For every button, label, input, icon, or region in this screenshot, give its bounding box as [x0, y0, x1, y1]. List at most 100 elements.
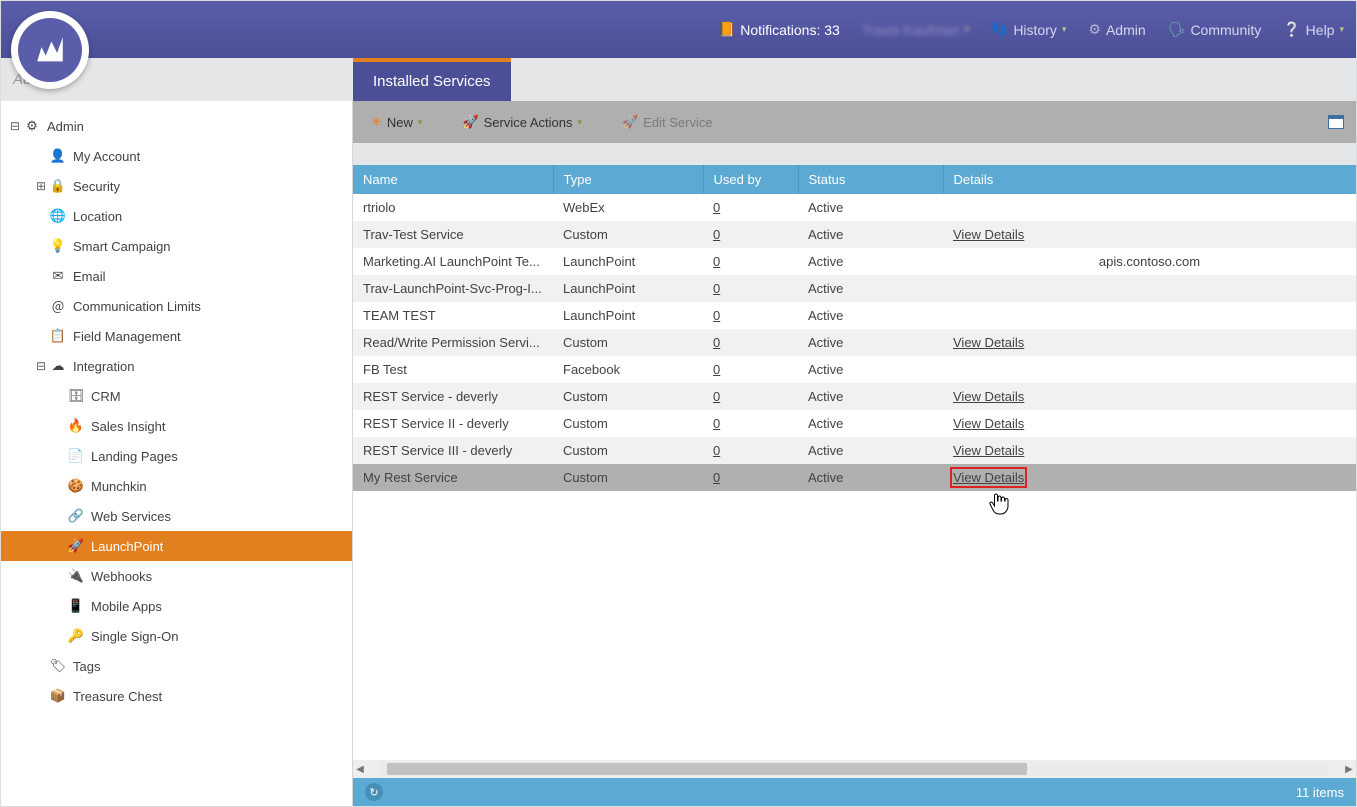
cell-used-by: 0	[703, 248, 798, 275]
col-header-used-by[interactable]: Used by	[703, 165, 798, 194]
community-menu[interactable]: 🗣 Community	[1168, 21, 1262, 38]
sidebar-item-mobile-apps[interactable]: 📱Mobile Apps	[1, 591, 352, 621]
user-icon: 👤	[49, 148, 67, 164]
sidebar-item-munchkin[interactable]: 🍪Munchkin	[1, 471, 352, 501]
scroll-left-icon[interactable]: ◀	[353, 764, 367, 775]
refresh-button[interactable]: ↻	[365, 783, 383, 801]
tree-spacer	[53, 480, 65, 492]
table-row[interactable]: FB TestFacebook0Active	[353, 356, 1356, 383]
table-row[interactable]: My Rest ServiceCustom0ActiveView Details	[353, 464, 1356, 491]
sidebar-item-sales-insight[interactable]: 🔥Sales Insight	[1, 411, 352, 441]
tree-spacer	[35, 300, 47, 312]
help-icon: ❔	[1283, 21, 1300, 38]
col-header-type[interactable]: Type	[553, 165, 703, 194]
cloud-icon: ☁	[49, 358, 67, 374]
view-details-link[interactable]: View Details	[953, 443, 1024, 458]
rocket-icon: 🚀	[67, 538, 85, 554]
sidebar-item-label: Mobile Apps	[91, 599, 162, 614]
book-icon: 📙	[718, 21, 735, 38]
view-details-link[interactable]: View Details	[953, 227, 1024, 242]
top-bar: 📙 Notifications: 33 Travis Kaufman ▾ 👣 H…	[1, 1, 1356, 58]
chevron-down-icon: ▾	[1339, 24, 1344, 35]
sidebar-item-treasure-chest[interactable]: 📦Treasure Chest	[1, 681, 352, 711]
sidebar-item-crm[interactable]: 🗄CRM	[1, 381, 352, 411]
tab-installed-services[interactable]: Installed Services	[353, 58, 511, 101]
table-row[interactable]: Read/Write Permission Servi...Custom0Act…	[353, 329, 1356, 356]
footprints-icon: 👣	[991, 21, 1008, 38]
table-row[interactable]: Trav-LaunchPoint-Svc-Prog-I...LaunchPoin…	[353, 275, 1356, 302]
content-area: ✳ New ▾ 🚀 Service Actions ▾ 🚀 Edit Servi…	[353, 101, 1356, 806]
table-row[interactable]: Trav-Test ServiceCustom0ActiveView Detai…	[353, 221, 1356, 248]
sidebar-item-web-services[interactable]: 🔗Web Services	[1, 501, 352, 531]
sidebar-item-admin[interactable]: ⊟⚙Admin	[1, 111, 352, 141]
sidebar-item-single-sign-on[interactable]: 🔑Single Sign-On	[1, 621, 352, 651]
cell-name: REST Service - deverly	[353, 383, 553, 410]
col-header-status[interactable]: Status	[798, 165, 943, 194]
table-row[interactable]: TEAM TESTLaunchPoint0Active	[353, 302, 1356, 329]
sidebar-item-location[interactable]: 🌐Location	[1, 201, 352, 231]
history-menu[interactable]: 👣 History ▾	[991, 21, 1067, 38]
used-by-link[interactable]: 0	[713, 443, 720, 458]
view-details-link[interactable]: View Details	[953, 335, 1024, 350]
logo[interactable]	[11, 11, 89, 89]
used-by-link[interactable]: 0	[713, 335, 720, 350]
cell-details: View Details	[943, 383, 1356, 410]
used-by-link[interactable]: 0	[713, 389, 720, 404]
used-by-link[interactable]: 0	[713, 281, 720, 296]
tree-spacer	[53, 630, 65, 642]
sidebar-item-email[interactable]: ✉Email	[1, 261, 352, 291]
cell-type: LaunchPoint	[553, 275, 703, 302]
fullscreen-button[interactable]	[1324, 112, 1348, 132]
sidebar-item-launchpoint[interactable]: 🚀LaunchPoint	[1, 531, 352, 561]
table-row[interactable]: rtrioloWebEx0Active	[353, 194, 1356, 221]
scroll-thumb[interactable]	[387, 763, 1027, 775]
collapse-icon[interactable]: ⊟	[35, 360, 47, 372]
used-by-link[interactable]: 0	[713, 362, 720, 377]
form-icon: 📋	[49, 328, 67, 344]
sidebar-item-my-account[interactable]: 👤My Account	[1, 141, 352, 171]
sidebar-item-tags[interactable]: 🏷Tags	[1, 651, 352, 681]
notifications-menu[interactable]: 📙 Notifications: 33	[718, 21, 840, 38]
table-row[interactable]: REST Service III - deverlyCustom0ActiveV…	[353, 437, 1356, 464]
service-actions-button[interactable]: 🚀 Service Actions ▾	[452, 110, 592, 134]
admin-menu[interactable]: ⚙ Admin	[1088, 21, 1145, 38]
col-header-name[interactable]: Name	[353, 165, 553, 194]
view-details-link[interactable]: View Details	[953, 470, 1024, 485]
sidebar-item-field-management[interactable]: 📋Field Management	[1, 321, 352, 351]
used-by-link[interactable]: 0	[713, 470, 720, 485]
collapse-icon[interactable]: ⊟	[9, 120, 21, 132]
table-row[interactable]: REST Service II - deverlyCustom0ActiveVi…	[353, 410, 1356, 437]
col-header-details[interactable]: Details	[943, 165, 1356, 194]
used-by-link[interactable]: 0	[713, 416, 720, 431]
edit-service-button[interactable]: 🚀 Edit Service	[612, 110, 723, 134]
used-by-link[interactable]: 0	[713, 308, 720, 323]
sidebar-item-communication-limits[interactable]: ＠Communication Limits	[1, 291, 352, 321]
user-menu[interactable]: Travis Kaufman ▾	[862, 22, 969, 38]
view-details-link[interactable]: View Details	[953, 389, 1024, 404]
tree-spacer	[35, 690, 47, 702]
cell-type: LaunchPoint	[553, 302, 703, 329]
scroll-right-icon[interactable]: ▶	[1342, 764, 1356, 775]
table-row[interactable]: Marketing.AI LaunchPoint Te...LaunchPoin…	[353, 248, 1356, 275]
sidebar-item-integration[interactable]: ⊟☁Integration	[1, 351, 352, 381]
chevron-down-icon: ▾	[1062, 24, 1067, 35]
cell-type: Custom	[553, 437, 703, 464]
expand-icon[interactable]: ⊞	[35, 180, 47, 192]
help-menu[interactable]: ❔ Help ▾	[1283, 21, 1344, 38]
sidebar-item-security[interactable]: ⊞🔒Security	[1, 171, 352, 201]
sidebar-item-webhooks[interactable]: 🔌Webhooks	[1, 561, 352, 591]
view-details-link[interactable]: View Details	[953, 416, 1024, 431]
sidebar-item-landing-pages[interactable]: 📄Landing Pages	[1, 441, 352, 471]
used-by-link[interactable]: 0	[713, 200, 720, 215]
used-by-link[interactable]: 0	[713, 254, 720, 269]
used-by-link[interactable]: 0	[713, 227, 720, 242]
sidebar-item-smart-campaign[interactable]: 💡Smart Campaign	[1, 231, 352, 261]
new-button[interactable]: ✳ New ▾	[361, 110, 432, 134]
tree-spacer	[35, 240, 47, 252]
table-row[interactable]: REST Service - deverlyCustom0ActiveView …	[353, 383, 1356, 410]
chevron-down-icon: ▾	[964, 24, 969, 35]
tree-spacer	[53, 540, 65, 552]
sidebar-item-label: Treasure Chest	[73, 689, 162, 704]
horizontal-scrollbar[interactable]: ◀ ▶	[353, 760, 1356, 778]
sidebar-item-label: Communication Limits	[73, 299, 201, 314]
